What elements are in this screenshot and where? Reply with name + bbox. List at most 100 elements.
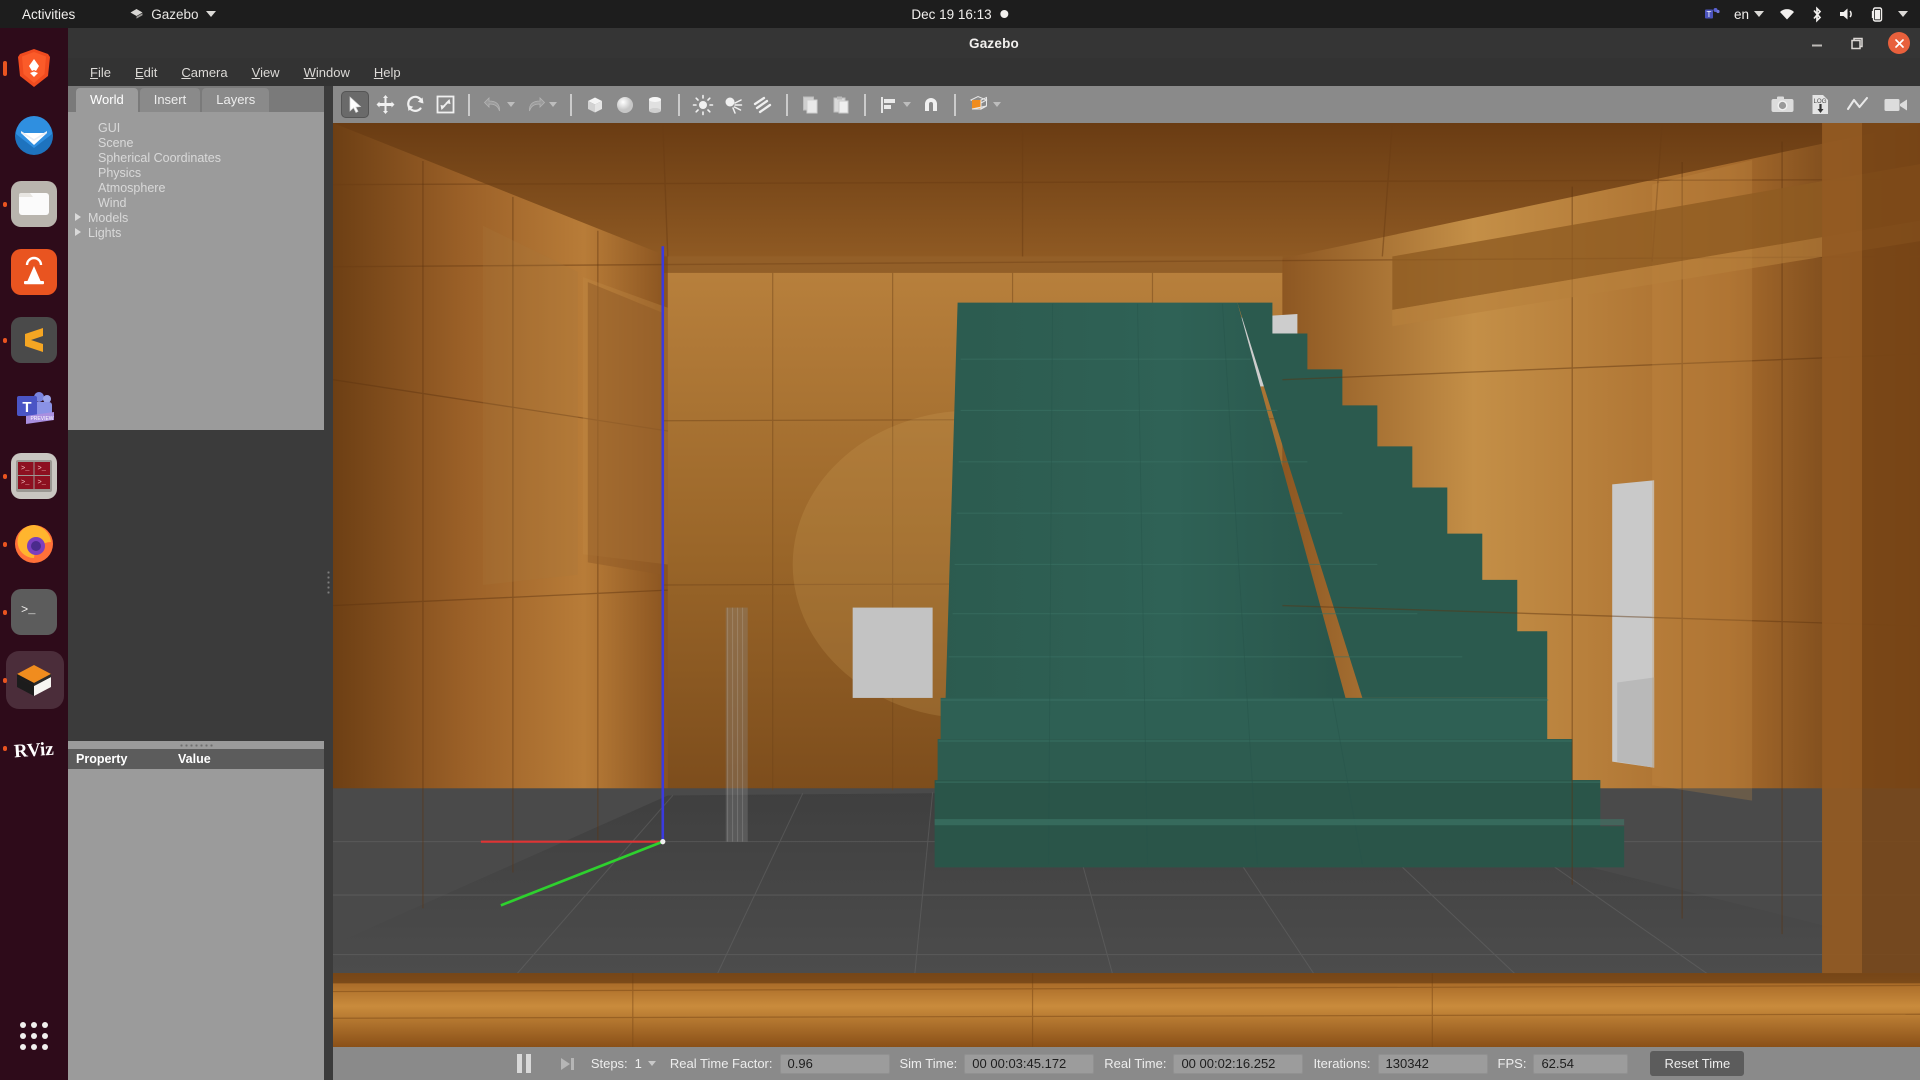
close-button[interactable]: [1888, 32, 1910, 54]
property-table-body[interactable]: [68, 769, 324, 1080]
expand-arrow-icon[interactable]: [74, 212, 84, 223]
dock-item-brave[interactable]: [0, 34, 68, 102]
tab-world[interactable]: World: [76, 88, 138, 112]
tree-item-gui[interactable]: GUI: [68, 120, 324, 135]
menu-edit[interactable]: Edit: [125, 61, 167, 84]
maximize-button[interactable]: [1848, 34, 1866, 52]
language-indicator[interactable]: en: [1734, 7, 1764, 22]
align-dropdown-arrow-icon[interactable]: [903, 102, 911, 107]
menu-view[interactable]: View: [242, 61, 290, 84]
scale-mode-button[interactable]: [431, 91, 459, 118]
dock-item-gazebo[interactable]: [0, 646, 68, 714]
chevron-down-icon[interactable]: [1898, 11, 1908, 17]
view-angle-button[interactable]: [965, 91, 993, 118]
snap-button[interactable]: [917, 91, 945, 118]
dock-item-software[interactable]: [0, 238, 68, 306]
tree-item-atmosphere[interactable]: Atmosphere: [68, 180, 324, 195]
terminal-icon: >_: [11, 589, 57, 635]
dock-item-rviz[interactable]: RViz: [0, 714, 68, 782]
tab-insert[interactable]: Insert: [139, 88, 201, 112]
menu-help[interactable]: Help: [364, 61, 411, 84]
insert-sphere-button[interactable]: [611, 91, 639, 118]
pause-button[interactable]: [509, 1053, 539, 1075]
tree-item-physics[interactable]: Physics: [68, 165, 324, 180]
steps-value[interactable]: 1: [635, 1056, 642, 1071]
menu-file[interactable]: File: [80, 61, 121, 84]
step-button[interactable]: [557, 1054, 577, 1074]
dock-item-thunderbird[interactable]: [0, 102, 68, 170]
rotate-mode-button[interactable]: [401, 91, 429, 118]
dock-item-teams[interactable]: T PREVIEW: [0, 374, 68, 442]
thunderbird-icon: [11, 113, 57, 159]
battery-icon[interactable]: [1870, 6, 1884, 23]
undo-dropdown-arrow-icon[interactable]: [507, 102, 515, 107]
fps-value: 62.54: [1533, 1053, 1629, 1074]
expand-arrow-icon[interactable]: [74, 227, 84, 238]
real-time-value: 00 00:02:16.252: [1173, 1053, 1304, 1074]
select-mode-button[interactable]: [341, 91, 369, 118]
real-time-factor-value: 0.96: [779, 1053, 890, 1074]
toolbar-right-group: LOG: [1768, 91, 1910, 118]
svg-text:>_: >_: [38, 479, 47, 487]
dock-item-terminal[interactable]: >_: [0, 578, 68, 646]
insert-box-button[interactable]: [581, 91, 609, 118]
svg-text:>_: >_: [21, 465, 30, 473]
plot-button[interactable]: [1844, 91, 1872, 118]
running-indicator: [3, 609, 7, 615]
redo-dropdown-arrow-icon[interactable]: [549, 102, 557, 107]
running-indicator: [3, 473, 7, 479]
menubar: File Edit Camera View Window Help: [68, 58, 1920, 86]
screenshot-button[interactable]: [1768, 91, 1796, 118]
copy-button[interactable]: [797, 91, 825, 118]
sim-time-label: Sim Time:: [899, 1056, 958, 1071]
activities-button[interactable]: Activities: [14, 5, 83, 24]
app-menu-button[interactable]: Gazebo: [129, 7, 216, 22]
show-applications-button[interactable]: [0, 1006, 68, 1066]
menu-window[interactable]: Window: [294, 61, 360, 84]
iterations-label: Iterations:: [1313, 1056, 1371, 1071]
teams-icon[interactable]: T: [1704, 6, 1720, 22]
tree-item-label: Models: [88, 210, 129, 225]
redo-button[interactable]: [521, 91, 549, 118]
wifi-icon[interactable]: [1778, 6, 1796, 22]
insert-spot-light-button[interactable]: [719, 91, 747, 118]
paste-button[interactable]: [827, 91, 855, 118]
dock-item-files[interactable]: [0, 170, 68, 238]
main-toolbar: LOG: [333, 86, 1920, 123]
undo-button[interactable]: [479, 91, 507, 118]
view-angle-dropdown-arrow-icon[interactable]: [993, 102, 1001, 107]
svg-text:T: T: [1707, 10, 1712, 19]
align-button[interactable]: [875, 91, 903, 118]
insert-point-light-button[interactable]: [689, 91, 717, 118]
video-record-button[interactable]: [1882, 91, 1910, 118]
gazebo-icon: [11, 657, 57, 703]
insert-cylinder-button[interactable]: [641, 91, 669, 118]
log-record-button[interactable]: LOG: [1806, 91, 1834, 118]
dock-item-terminator[interactable]: >_ >_ >_ >_: [0, 442, 68, 510]
reset-time-button[interactable]: Reset Time: [1650, 1051, 1745, 1076]
tree-item-lights[interactable]: Lights: [68, 225, 324, 240]
tree-item-scene[interactable]: Scene: [68, 135, 324, 150]
steps-dropdown-arrow-icon[interactable]: [647, 1061, 656, 1066]
dock-item-firefox[interactable]: [0, 510, 68, 578]
tree-item-models[interactable]: Models: [68, 210, 324, 225]
insert-directional-light-button[interactable]: [749, 91, 777, 118]
minimize-button[interactable]: [1808, 34, 1826, 52]
menu-camera[interactable]: Camera: [171, 61, 237, 84]
volume-icon[interactable]: [1838, 6, 1856, 22]
translate-mode-button[interactable]: [371, 91, 399, 118]
tree-item-label: GUI: [98, 120, 121, 135]
clock-button[interactable]: Dec 19 16:13: [911, 7, 1009, 22]
gazebo-3d-viewport[interactable]: [333, 123, 1920, 1047]
tab-layers[interactable]: Layers: [202, 88, 270, 112]
tree-item-spherical-coordinates[interactable]: Spherical Coordinates: [68, 150, 324, 165]
bluetooth-icon[interactable]: [1810, 5, 1824, 23]
running-indicator: [3, 541, 7, 547]
tree-item-label: Lights: [88, 225, 122, 240]
toolbar-separator: [678, 93, 680, 116]
dock-item-sublime[interactable]: [0, 306, 68, 374]
tree-item-wind[interactable]: Wind: [68, 195, 324, 210]
vertical-splitter-handle[interactable]: [324, 86, 333, 1080]
toolbar-separator: [954, 93, 956, 116]
panel-splitter-handle[interactable]: [68, 741, 324, 749]
